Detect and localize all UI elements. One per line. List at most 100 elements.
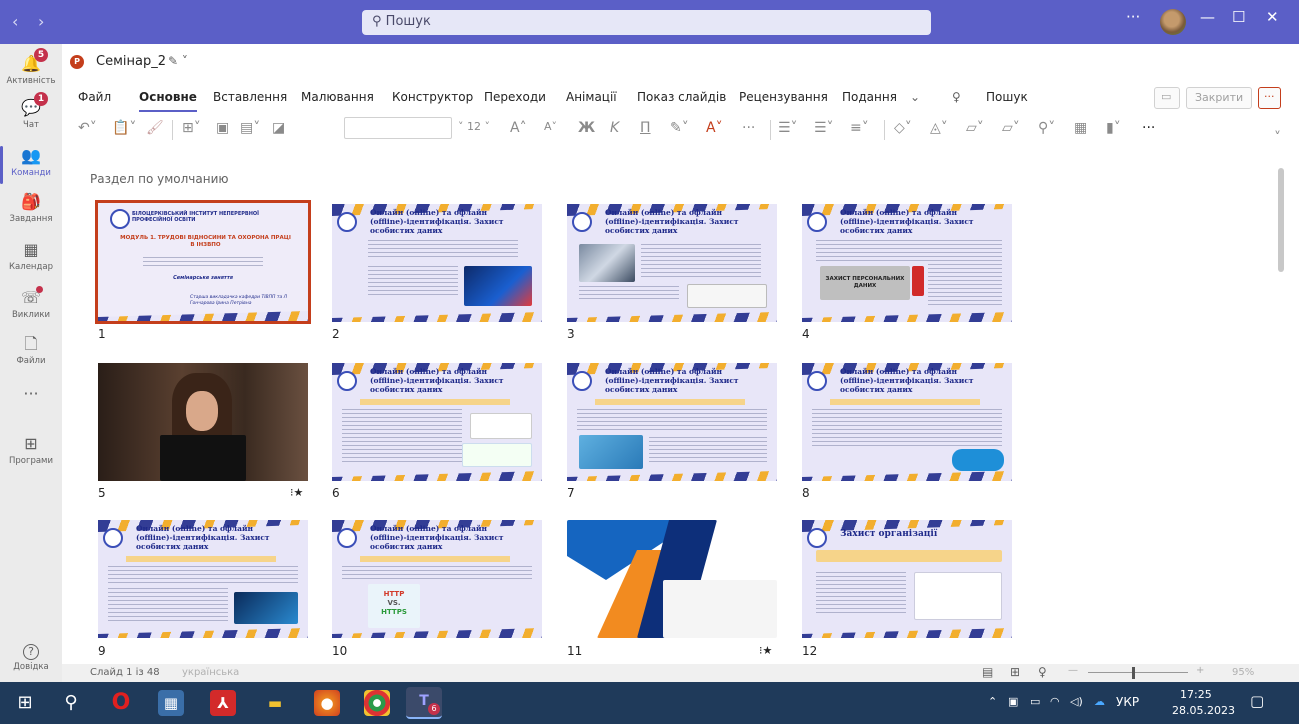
sensitivity-icon[interactable]: ▮˅ bbox=[1106, 120, 1121, 136]
slide-thumbnail[interactable]: Онлайн (online) та офлайн (offline)-іден… bbox=[802, 204, 1012, 322]
slide-thumbnail[interactable]: Онлайн (online) та офлайн (offline)-іден… bbox=[332, 204, 542, 322]
tab-insert[interactable]: Вставлення bbox=[213, 90, 287, 104]
teams-taskbar-icon[interactable]: T 6 bbox=[406, 687, 442, 719]
font-size-select[interactable]: ˅ 12 ˅ bbox=[458, 117, 490, 139]
bold-icon[interactable]: Ж bbox=[578, 120, 595, 136]
tab-draw[interactable]: Малювання bbox=[301, 90, 374, 104]
zoom-out-icon[interactable]: — bbox=[1068, 665, 1078, 676]
more-menu-button[interactable]: ··· bbox=[1258, 87, 1281, 109]
input-language[interactable]: УКР bbox=[1116, 695, 1139, 709]
back-button[interactable]: ‹ bbox=[12, 12, 18, 31]
background-icon[interactable]: ◪ bbox=[272, 120, 285, 136]
designer-icon[interactable]: ▦ bbox=[1074, 120, 1087, 136]
language-indicator[interactable]: українська bbox=[182, 667, 239, 678]
shapes-icon[interactable]: ◇˅ bbox=[894, 120, 912, 136]
rail-apps[interactable]: ⊞ Програми bbox=[0, 434, 62, 466]
shape-fill-icon[interactable]: ◬˅ bbox=[930, 120, 948, 136]
minimize-button[interactable]: — bbox=[1200, 8, 1215, 26]
tab-home[interactable]: Основне bbox=[139, 90, 197, 112]
close-editor-button[interactable]: Закрити bbox=[1186, 87, 1253, 109]
ribbon-more-icon[interactable]: ··· bbox=[1142, 120, 1155, 136]
onedrive-icon[interactable]: ☁ bbox=[1094, 695, 1105, 708]
slide-thumbnail[interactable]: Онлайн (online) та офлайн (offline)-іден… bbox=[567, 363, 777, 481]
rail-files[interactable]: 🗋 Файли bbox=[0, 334, 62, 366]
rail-chat[interactable]: 💬 1 Чат bbox=[0, 92, 62, 130]
wifi-icon[interactable]: ◠ bbox=[1050, 695, 1060, 708]
tab-file[interactable]: Файл bbox=[78, 90, 111, 104]
slide-thumbnail[interactable]: Онлайн (online) та офлайн (offline)-іден… bbox=[98, 520, 308, 638]
zoom-level[interactable]: 95% bbox=[1232, 667, 1254, 678]
tell-me-search[interactable]: Пошук bbox=[986, 90, 1028, 104]
rail-calendar[interactable]: ▦ Календар bbox=[0, 240, 62, 272]
more-options-button[interactable]: ··· bbox=[1126, 8, 1140, 26]
user-avatar[interactable] bbox=[1160, 9, 1186, 35]
zoom-slider[interactable] bbox=[1088, 672, 1188, 673]
notifications-icon[interactable]: ▢ bbox=[1250, 692, 1264, 710]
tab-transitions[interactable]: Переходи bbox=[484, 90, 546, 104]
slide-thumbnail[interactable]: БІЛОЦЕРКІВСЬКИЙ ІНСТИТУТ НЕПЕРЕРВНОЇ ПРО… bbox=[95, 200, 311, 324]
increase-font-icon[interactable]: A˄ bbox=[510, 120, 527, 136]
font-color-icon[interactable]: A˅ bbox=[706, 120, 723, 136]
calculator-icon[interactable]: ▦ bbox=[158, 690, 184, 716]
italic-icon[interactable]: K bbox=[610, 120, 619, 136]
find-icon[interactable]: ⚲˅ bbox=[1038, 120, 1055, 136]
shape-effects-icon[interactable]: ▱˅ bbox=[1002, 120, 1020, 136]
comment-icon[interactable]: ▭ bbox=[1154, 87, 1180, 109]
highlight-icon[interactable]: ✎˅ bbox=[670, 120, 689, 136]
font-name-select[interactable] bbox=[344, 117, 452, 139]
tab-review[interactable]: Рецензування bbox=[739, 90, 828, 104]
file-name[interactable]: Семінар_2 bbox=[96, 54, 166, 69]
taskbar-search-icon[interactable]: ⚲ bbox=[58, 690, 84, 716]
slide-thumbnail[interactable] bbox=[98, 363, 308, 481]
tray-chevron-icon[interactable]: ⌃ bbox=[988, 695, 997, 708]
reuse-slide-icon[interactable]: ▣ bbox=[216, 120, 229, 136]
rail-activity[interactable]: 🔔 5 Активність bbox=[0, 48, 62, 86]
paste-icon[interactable]: 📋˅ bbox=[112, 120, 136, 136]
battery-icon[interactable]: ▭ bbox=[1030, 695, 1040, 708]
tab-animations[interactable]: Анімації bbox=[566, 90, 617, 104]
rail-assignments[interactable]: 🎒 Завдання bbox=[0, 192, 62, 224]
shape-outline-icon[interactable]: ▱˅ bbox=[966, 120, 984, 136]
more-font-icon[interactable]: ··· bbox=[742, 120, 755, 136]
slide-thumbnail[interactable]: Захист організації bbox=[802, 520, 1012, 638]
slide-sorter-icon[interactable]: ⊞ bbox=[1010, 665, 1020, 679]
align-icon[interactable]: ≡˅ bbox=[850, 120, 869, 136]
tray-app-icon[interactable]: ▣ bbox=[1008, 695, 1018, 708]
layout-icon[interactable]: ▤˅ bbox=[240, 120, 260, 136]
slide-thumbnail[interactable]: Онлайн (online) та офлайн (offline)-іден… bbox=[802, 363, 1012, 481]
zoom-slider-thumb[interactable] bbox=[1132, 667, 1135, 679]
firefox-icon[interactable]: ● bbox=[314, 690, 340, 716]
decrease-font-icon[interactable]: A˅ bbox=[544, 120, 557, 133]
tab-design[interactable]: Конструктор bbox=[392, 90, 473, 104]
acrobat-icon[interactable]: ⅄ bbox=[210, 690, 236, 716]
close-button[interactable]: ✕ bbox=[1266, 8, 1279, 26]
slide-thumbnail[interactable]: Онлайн (online) та офлайн (offline)-іден… bbox=[567, 204, 777, 322]
vertical-scrollbar[interactable] bbox=[1278, 168, 1284, 272]
chevron-down-icon[interactable]: ⌄ bbox=[910, 90, 920, 104]
windows-start-icon[interactable]: ⊞ bbox=[12, 690, 38, 716]
volume-icon[interactable]: ◁) bbox=[1070, 695, 1083, 708]
tab-slideshow[interactable]: Показ слайдів bbox=[637, 90, 726, 104]
slide-thumbnail[interactable] bbox=[567, 520, 777, 638]
slide-thumbnail[interactable]: Онлайн (online) та офлайн (offline)-іден… bbox=[332, 363, 542, 481]
rail-teams[interactable]: 👥 Команди bbox=[0, 146, 62, 184]
normal-view-icon[interactable]: ▤ bbox=[982, 665, 993, 679]
forward-button[interactable]: › bbox=[38, 12, 44, 31]
edit-icon[interactable]: ✎ ˅ bbox=[168, 54, 188, 68]
reading-view-icon[interactable]: ♀ bbox=[1038, 665, 1047, 679]
numbering-icon[interactable]: ☰˅ bbox=[814, 120, 834, 136]
new-slide-icon[interactable]: ⊞˅ bbox=[182, 120, 201, 136]
undo-icon[interactable]: ↶˅ bbox=[78, 120, 97, 136]
ribbon-collapse-icon[interactable]: ˅ bbox=[1274, 130, 1281, 146]
rail-calls[interactable]: ☏ Виклики bbox=[0, 286, 62, 320]
bullets-icon[interactable]: ☰˅ bbox=[778, 120, 798, 136]
format-painter-icon[interactable]: 🖌 bbox=[146, 120, 164, 136]
tab-view[interactable]: Подання bbox=[842, 90, 897, 104]
zoom-in-icon[interactable]: + bbox=[1196, 665, 1204, 676]
search-input[interactable]: ⚲ Пошук bbox=[362, 10, 931, 35]
slide-thumbnail[interactable]: Онлайн (online) та офлайн (offline)-іден… bbox=[332, 520, 542, 638]
rail-more-apps[interactable]: ··· bbox=[0, 384, 62, 406]
chrome-icon[interactable] bbox=[364, 690, 390, 716]
underline-icon[interactable]: П bbox=[640, 120, 651, 136]
file-explorer-icon[interactable]: ▬ bbox=[262, 690, 288, 716]
